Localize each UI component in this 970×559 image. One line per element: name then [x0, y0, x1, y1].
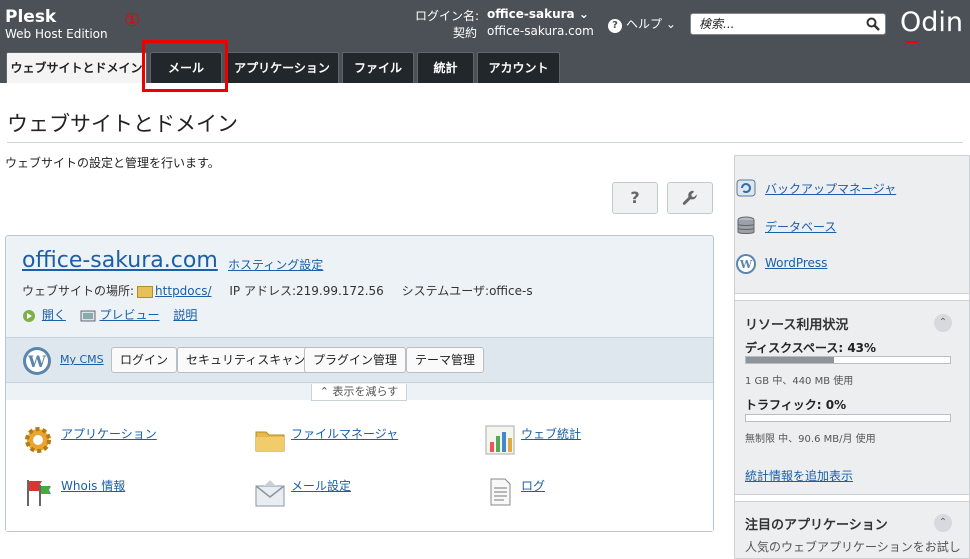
preview-link[interactable]: プレビュー: [100, 308, 160, 322]
login-user: office-sakura: [487, 7, 575, 21]
tool-area: アプリケーション ファイルマネージャ ウェブ統計 Whois 情報 メール設定 …: [6, 400, 713, 531]
sidebar-separator: [735, 494, 969, 502]
wp-login-button[interactable]: ログイン: [111, 347, 178, 373]
search-icon[interactable]: [866, 17, 880, 31]
my-cms-link[interactable]: My CMS: [60, 353, 104, 366]
description-link[interactable]: 説明: [173, 308, 197, 322]
mail-settings-link[interactable]: メール設定: [291, 477, 351, 494]
applications-link[interactable]: アプリケーション: [61, 425, 157, 442]
page-description: ウェブサイトの設定と管理を行います。: [5, 156, 220, 170]
open-link[interactable]: 開く: [42, 308, 66, 322]
page-title: ウェブサイトとドメイン: [7, 112, 238, 136]
open-icon: [23, 309, 35, 322]
gear-icon: [25, 427, 51, 453]
help-menu[interactable]: ? ヘルプ ⌄: [608, 15, 676, 33]
wordpress-icon: W: [736, 254, 756, 274]
web-statistics-link[interactable]: ウェブ統計: [521, 425, 581, 442]
tab-applications[interactable]: アプリケーション: [225, 52, 339, 83]
chevron-down-icon: ⌄: [578, 7, 589, 21]
resources-title: リソース利用状況: [745, 318, 849, 333]
wordpress-icon: W: [23, 347, 51, 375]
chevron-down-icon: ⌄: [665, 17, 676, 31]
databases-item[interactable]: データベース: [737, 216, 836, 235]
ip-address: IP アドレス:219.99.172.56: [229, 284, 384, 298]
traffic-label: トラフィック: 0%: [745, 398, 847, 412]
brand-name: Plesk: [5, 7, 57, 27]
site-panel: office-sakura.com ホスティング設定 ウェブサイトの場所: htt…: [5, 235, 714, 532]
log-document-icon: [490, 478, 511, 506]
disk-usage-fill: [746, 357, 834, 363]
site-info: ウェブサイトの場所: httpdocs/ IP アドレス:219.99.172.5…: [22, 282, 533, 299]
svg-text:W: W: [739, 258, 753, 271]
chevron-up-icon: ⌃: [319, 385, 329, 398]
stats-chart-icon: [485, 425, 515, 455]
tab-statistics[interactable]: 統計: [417, 52, 474, 83]
site-actions: 開く プレビュー 説明: [22, 306, 207, 323]
divider: [7, 142, 963, 143]
disk-usage-label: ディスクスペース: 43%: [745, 341, 877, 355]
folder-icon: [137, 285, 154, 298]
help-icon: ?: [608, 19, 622, 33]
disk-usage-bar: [745, 356, 951, 364]
login-name-label: ログイン名:: [415, 9, 480, 23]
account-menu[interactable]: office-sakura ⌄: [487, 7, 589, 21]
wordpress-toolbar: W My CMS ログイン セキュリティスキャン プラグイン管理 テーマ管理: [6, 337, 713, 383]
tools-button[interactable]: [667, 182, 713, 214]
tab-files[interactable]: ファイル: [342, 52, 414, 83]
contract-label: 契約: [453, 26, 478, 40]
odin-logo: Odin: [900, 7, 963, 43]
resources-collapse-button[interactable]: ⌃: [934, 314, 952, 332]
theme-manage-button[interactable]: テーマ管理: [406, 347, 485, 373]
plugin-manage-button[interactable]: プラグイン管理: [304, 347, 407, 373]
logs-link[interactable]: ログ: [521, 477, 545, 494]
sidebar-separator: [735, 293, 969, 301]
tab-account[interactable]: アカウント: [477, 52, 560, 83]
disk-usage-detail: 1 GB 中、440 MB 使用: [745, 376, 854, 387]
wordpress-item[interactable]: W WordPress: [736, 254, 827, 274]
file-manager-link[interactable]: ファイルマネージャ: [291, 425, 398, 442]
help-button[interactable]: ?: [612, 182, 658, 214]
hosting-settings-link[interactable]: ホスティング設定: [228, 256, 323, 273]
show-less-toggle[interactable]: ⌃ 表示を減らす: [311, 384, 407, 401]
backup-manager-link[interactable]: バックアップマネージャ: [765, 182, 896, 196]
search-input[interactable]: [691, 14, 851, 34]
backup-icon: [736, 179, 756, 197]
add-stats-link[interactable]: 統計情報を追加表示: [745, 467, 853, 484]
httpdocs-link[interactable]: httpdocs/: [155, 284, 211, 298]
envelope-icon: [255, 480, 285, 507]
featured-apps-text: 人気のウェブアプリケーションをお試し: [745, 540, 961, 554]
traffic-detail: 無制限 中、90.6 MB/月 使用: [745, 434, 876, 445]
contract-value[interactable]: office-sakura.com: [487, 24, 594, 38]
highlight-box: [142, 40, 228, 92]
tab-websites-domains[interactable]: ウェブサイトとドメイン: [6, 52, 147, 83]
databases-link[interactable]: データベース: [765, 220, 836, 234]
show-less-label: 表示を減らす: [332, 385, 399, 398]
search-box: [690, 13, 886, 35]
wrench-icon: [682, 190, 697, 205]
system-user: システムユーザ:office-s: [401, 284, 533, 298]
featured-collapse-button[interactable]: ⌃: [934, 514, 952, 532]
wordpress-link[interactable]: WordPress: [765, 256, 827, 270]
right-sidebar: バックアップマネージャ データベース W WordPress リソース利用状況 …: [734, 155, 970, 559]
featured-apps-title: 注目のアプリケーション: [745, 518, 888, 533]
brand-edition: Web Host Edition: [5, 27, 108, 41]
location-label: ウェブサイトの場所:: [22, 284, 135, 298]
flags-icon: [27, 480, 51, 506]
preview-icon: [80, 310, 96, 321]
backup-manager-item[interactable]: バックアップマネージャ: [736, 179, 896, 197]
domain-link[interactable]: office-sakura.com: [22, 248, 218, 273]
svg-text:W: W: [27, 352, 47, 371]
traffic-bar: [745, 414, 951, 422]
annotation-marker: ①: [124, 10, 141, 31]
database-icon: [737, 216, 755, 234]
whois-link[interactable]: Whois 情報: [61, 477, 125, 494]
security-scan-button[interactable]: セキュリティスキャン: [177, 347, 315, 373]
folder-icon: [255, 431, 285, 452]
help-label: ヘルプ: [626, 17, 663, 31]
